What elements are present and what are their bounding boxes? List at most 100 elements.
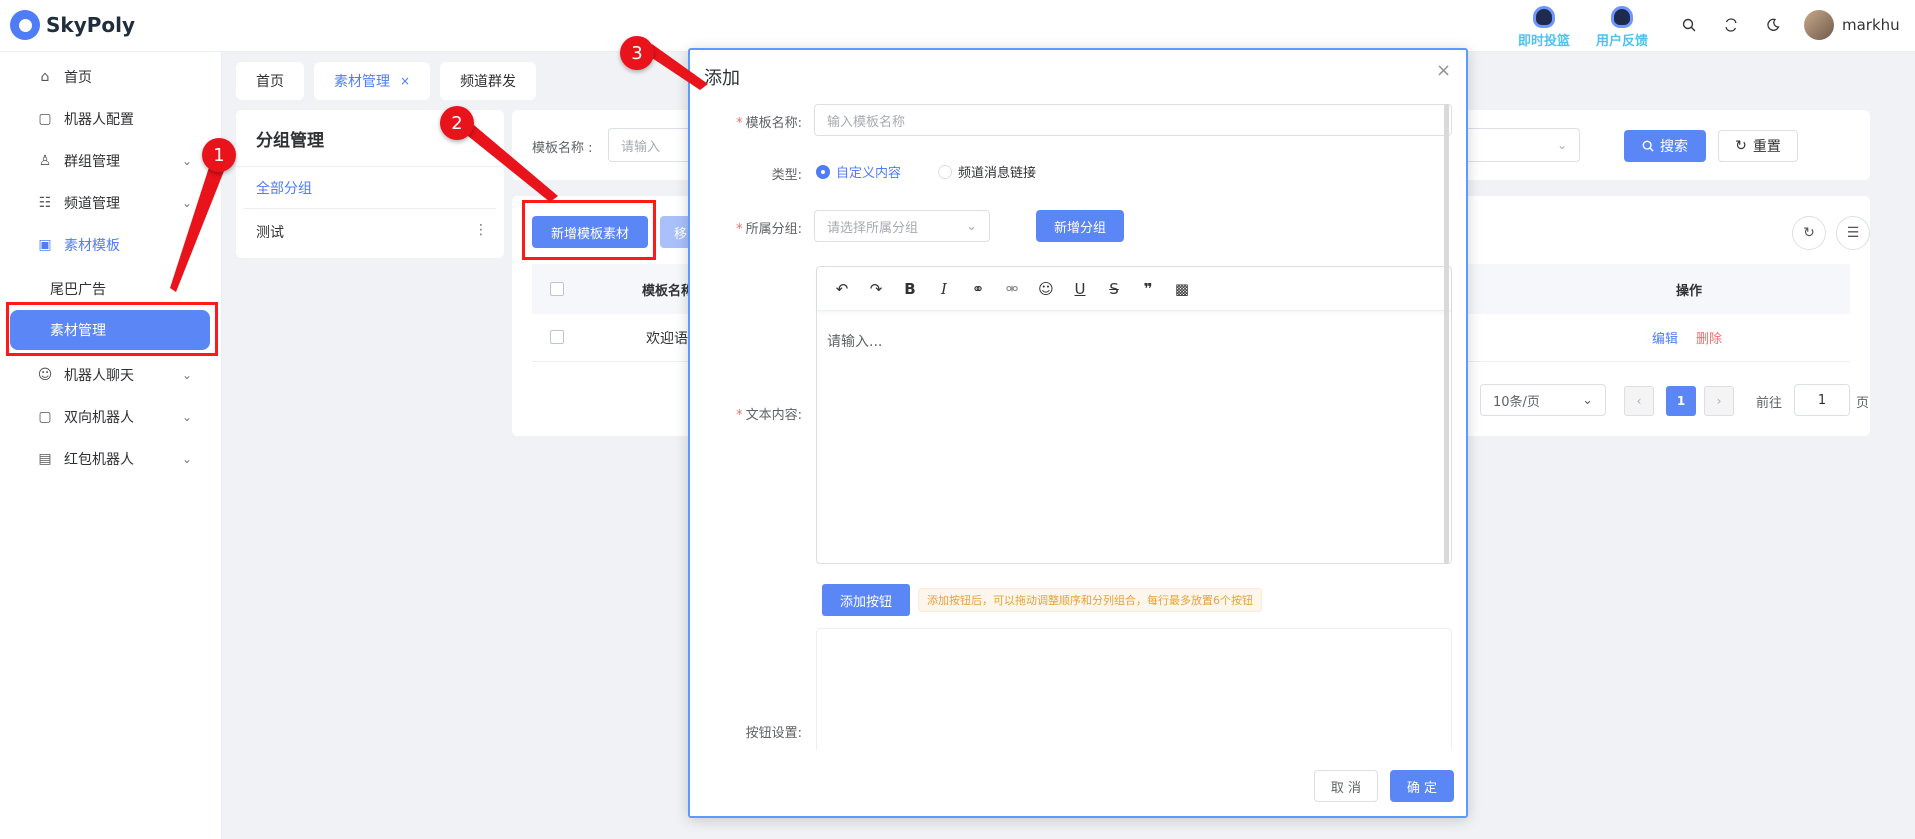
- refresh-icon[interactable]: ↻: [1792, 216, 1826, 250]
- dialog-scrollbar[interactable]: [1444, 104, 1449, 564]
- sidebar-item-channel-mgmt[interactable]: ☷ 频道管理 ⌄: [0, 182, 222, 224]
- quote-icon[interactable]: ❞: [1137, 278, 1159, 300]
- column-header-op: 操作: [1676, 284, 1703, 299]
- sidebar-item-home[interactable]: ⌂ 首页: [0, 56, 222, 98]
- annotation-badge-2: 2: [440, 106, 474, 140]
- reset-button[interactable]: ↻ 重置: [1718, 130, 1798, 162]
- group-panel-title: 分组管理: [256, 131, 324, 151]
- highlight-box-sidebar: [6, 302, 218, 356]
- search-button[interactable]: 搜索: [1624, 130, 1706, 162]
- robot-icon: [1533, 6, 1555, 28]
- home-icon: ⌂: [40, 69, 50, 85]
- chat-robot-icon: ☺: [37, 367, 53, 383]
- name-label: * 模板名称:: [736, 116, 802, 131]
- chevron-down-icon: ⌄: [181, 368, 192, 382]
- group-label: * 所属分组:: [736, 222, 802, 237]
- robot-icon: [1611, 6, 1634, 28]
- sidebar-item-two-way-robot[interactable]: ▢ 双向机器人 ⌄: [0, 396, 222, 438]
- dialog-title: 添加: [704, 68, 740, 89]
- group-item-test[interactable]: 测试: [256, 222, 284, 242]
- page-number[interactable]: 1: [1666, 386, 1696, 416]
- rich-text-editor[interactable]: ↶ ↷ B I ⚭ ⚮ ☺ U S ❞ ▩ 请输入...: [816, 266, 1452, 564]
- chevron-down-icon: ⌄: [1582, 392, 1593, 408]
- type-label: 类型:: [771, 168, 802, 183]
- tab-home[interactable]: 首页: [236, 62, 304, 100]
- delete-link[interactable]: 删除: [1696, 328, 1722, 347]
- search-select[interactable]: ⌄: [1462, 128, 1580, 162]
- app-logo[interactable]: SkyPoly: [10, 10, 135, 40]
- link-icon[interactable]: ⚭: [967, 278, 989, 300]
- radio-checked-icon: [816, 164, 830, 179]
- search-icon[interactable]: [1678, 14, 1700, 36]
- avatar: [1804, 10, 1834, 40]
- header-link-feedback[interactable]: 用户反馈: [1596, 6, 1648, 49]
- chevron-down-icon: ⌄: [181, 410, 192, 424]
- undo-icon[interactable]: ↶: [831, 278, 853, 300]
- sidebar-item-robot-config[interactable]: ▢ 机器人配置: [0, 98, 222, 140]
- radio-unchecked-icon: [938, 164, 952, 179]
- group-item-all[interactable]: 全部分组: [256, 178, 312, 198]
- button-setting-label: 按钮设置:: [745, 726, 802, 741]
- header-links: 即时投篮 用户反馈: [1518, 6, 1648, 49]
- image-icon: ▣: [38, 237, 52, 253]
- mosaic-icon[interactable]: ▩: [1171, 278, 1193, 300]
- moon-icon[interactable]: [1762, 14, 1784, 36]
- divider: [236, 166, 504, 167]
- sidebar-item-redpacket-robot[interactable]: ▤ 红包机器人 ⌄: [0, 438, 222, 480]
- more-icon[interactable]: ⋮: [474, 222, 488, 238]
- unlink-icon[interactable]: ⚮: [1001, 278, 1023, 300]
- close-icon[interactable]: ×: [400, 74, 410, 88]
- group-select[interactable]: 请选择所属分组 ⌄: [814, 210, 990, 242]
- bold-icon[interactable]: B: [899, 278, 921, 300]
- search-icon: [1642, 140, 1654, 152]
- editor-placeholder: 请输入...: [827, 334, 883, 350]
- emoji-icon[interactable]: ☺: [1035, 278, 1057, 300]
- refresh-icon: ↻: [1735, 138, 1747, 154]
- add-group-button[interactable]: 新增分组: [1036, 210, 1124, 242]
- annotation-badge-1: 1: [202, 138, 236, 172]
- tab-channel-broadcast[interactable]: 频道群发: [440, 62, 537, 100]
- sidebar-item-robot-chat[interactable]: ☺ 机器人聊天 ⌄: [0, 354, 222, 396]
- underline-icon[interactable]: U: [1069, 278, 1091, 300]
- goto-page-input[interactable]: 1: [1794, 384, 1850, 416]
- users-icon: ♙: [38, 153, 52, 169]
- column-header-name: 模板名称: [642, 284, 695, 299]
- editor-toolbar: ↶ ↷ B I ⚭ ⚮ ☺ U S ❞ ▩: [817, 267, 1451, 311]
- header-icon-group: [1678, 14, 1784, 36]
- italic-icon[interactable]: I: [933, 278, 955, 300]
- sidebar-item-material-template[interactable]: ▣ 素材模板: [0, 224, 222, 266]
- chevron-down-icon: ⌄: [181, 452, 192, 466]
- chevron-down-icon: ⌄: [181, 196, 192, 210]
- sidebar-item-group-mgmt[interactable]: ♙ 群组管理 ⌄: [0, 140, 222, 182]
- redo-icon[interactable]: ↷: [865, 278, 887, 300]
- next-page-button[interactable]: ›: [1704, 386, 1734, 416]
- goto-label: 前往: [1756, 396, 1783, 411]
- top-header: SkyPoly 即时投篮 用户反馈 markhu: [0, 0, 1915, 52]
- header-link-instant[interactable]: 即时投篮: [1518, 6, 1570, 49]
- prev-page-button[interactable]: ‹: [1624, 386, 1654, 416]
- confirm-button[interactable]: 确 定: [1390, 770, 1454, 802]
- add-button-button[interactable]: 添加按钮: [822, 584, 910, 616]
- strikethrough-icon[interactable]: S: [1103, 278, 1125, 300]
- tab-material-mgmt[interactable]: 素材管理 ×: [314, 62, 431, 100]
- add-dialog: 添加 × * 模板名称: 输入模板名称 类型: 自定义内容 频道消息链接 * 所属分…: [688, 48, 1468, 818]
- template-name-input[interactable]: 输入模板名称: [814, 104, 1452, 136]
- type-radio-custom[interactable]: 自定义内容: [816, 162, 901, 181]
- sidebar: ⌂ 首页 ▢ 机器人配置 ♙ 群组管理 ⌄ ☷ 频道管理 ⌄ ▣ 素材模板 尾巴广告 素材…: [0, 52, 222, 839]
- user-menu[interactable]: markhu: [1804, 10, 1900, 40]
- select-all-checkbox[interactable]: [550, 282, 564, 296]
- settings-icon[interactable]: ☰: [1836, 216, 1870, 250]
- page-size-select[interactable]: 10条/页 ⌄: [1480, 384, 1606, 416]
- chevron-down-icon: ⌄: [181, 154, 192, 168]
- type-radio-channel-link[interactable]: 频道消息链接: [938, 162, 1036, 181]
- refresh-icon[interactable]: [1720, 14, 1742, 36]
- chevron-down-icon: ⌄: [1556, 138, 1567, 152]
- robot-icon: ▢: [38, 111, 52, 127]
- cancel-button[interactable]: 取 消: [1314, 770, 1378, 802]
- chevron-down-icon: ⌄: [966, 218, 977, 234]
- edit-link[interactable]: 编辑: [1652, 328, 1678, 347]
- row-checkbox[interactable]: [550, 330, 564, 344]
- page-tabs: 首页 素材管理 × 频道群发: [236, 62, 537, 100]
- app-name: SkyPoly: [46, 13, 136, 37]
- close-icon[interactable]: ×: [1436, 60, 1451, 81]
